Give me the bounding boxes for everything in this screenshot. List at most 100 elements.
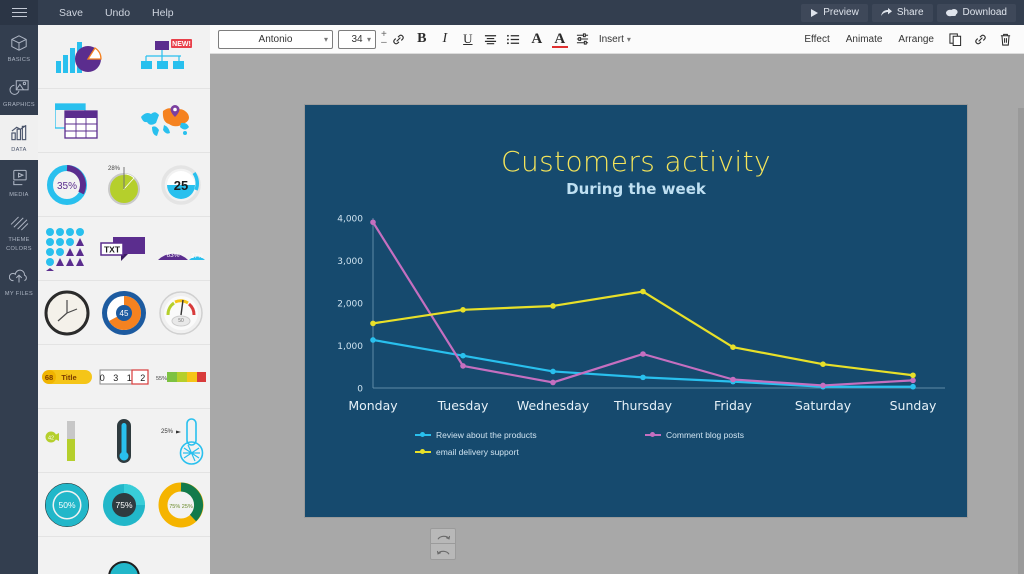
world-map-pin-thumb[interactable] bbox=[139, 95, 195, 147]
thermometer-25-thumb[interactable]: 25% bbox=[153, 415, 209, 467]
delete-trash-icon[interactable] bbox=[994, 27, 1016, 51]
effect-button[interactable]: Effect bbox=[797, 34, 836, 45]
sidebar-item-data[interactable]: DATA bbox=[0, 115, 38, 161]
minus-icon[interactable]: – bbox=[381, 38, 387, 48]
gauge-25-thumb[interactable]: 25 bbox=[153, 159, 209, 211]
link-icon[interactable] bbox=[388, 27, 410, 51]
toolbar-right-group: Effect Animate Arrange bbox=[797, 27, 1016, 51]
bullet-list-icon[interactable] bbox=[503, 27, 525, 51]
font-size-select[interactable]: 34 ▾ bbox=[338, 29, 376, 49]
svg-text:27%: 27% bbox=[191, 254, 204, 260]
sidebar-item-basics[interactable]: BASICS bbox=[0, 25, 38, 70]
data-point bbox=[820, 361, 826, 367]
counter-digits-thumb[interactable]: 0 3 1 2 bbox=[96, 351, 152, 403]
video-player-icon bbox=[0, 167, 38, 189]
graphics-row: 42 25% bbox=[38, 409, 210, 473]
svg-text:25: 25 bbox=[174, 178, 188, 193]
donut-50-thumb[interactable]: 50% bbox=[39, 479, 95, 531]
vertical-scrollbar[interactable] bbox=[1018, 108, 1024, 574]
org-chart-thumb[interactable]: NEW! bbox=[139, 31, 195, 83]
chevron-down-icon: ▾ bbox=[366, 34, 371, 44]
graphics-row: TXT 63% 27% bbox=[38, 217, 210, 281]
pie-28-thumb[interactable]: 28% bbox=[96, 159, 152, 211]
svg-text:28%: 28% bbox=[108, 166, 121, 172]
y-axis-tick: 3,000 bbox=[337, 257, 363, 267]
download-button[interactable]: Download bbox=[936, 3, 1016, 22]
graphics-row bbox=[38, 89, 210, 153]
sidebar-item-media[interactable]: MEDIA bbox=[0, 160, 38, 205]
legend-swatch bbox=[645, 432, 661, 437]
bar-chart-icon bbox=[0, 122, 38, 144]
legend-label: Review about the products bbox=[436, 430, 537, 440]
progress-bar-55-thumb[interactable]: 55% bbox=[153, 351, 209, 403]
graphics-panel[interactable]: NEW! 35% 28% 25 TXT 63% 27% 45 50 68 Tit… bbox=[38, 25, 210, 574]
undo-arrow-icon[interactable] bbox=[431, 544, 455, 559]
svg-text:TXT: TXT bbox=[104, 244, 121, 254]
hamburger-menu-icon[interactable] bbox=[0, 0, 38, 25]
legend-swatch bbox=[415, 449, 431, 454]
clock-thumb[interactable] bbox=[39, 287, 95, 339]
donut-45-thumb[interactable]: 45 bbox=[96, 287, 152, 339]
sidebar-item-graphics[interactable]: GRAPHICS bbox=[0, 70, 38, 115]
menu-item-save[interactable]: Save bbox=[48, 7, 94, 19]
share-button[interactable]: Share bbox=[871, 3, 933, 22]
thermometer-42-thumb[interactable]: 42 bbox=[39, 415, 95, 467]
title-pill-thumb[interactable]: 68 Title bbox=[39, 351, 95, 403]
preview-button[interactable]: Preview bbox=[801, 3, 868, 22]
underline-icon[interactable]: U bbox=[457, 27, 479, 51]
align-icon[interactable] bbox=[480, 27, 502, 51]
text-style-icon[interactable]: A bbox=[526, 27, 548, 51]
image-editor-app: Save Undo Help Preview Share Download BA… bbox=[0, 0, 1024, 574]
donut-75-25-thumb[interactable]: 75% 25% bbox=[153, 479, 209, 531]
top-actions: Preview Share Download bbox=[801, 3, 1024, 22]
data-point bbox=[370, 320, 376, 327]
animate-button[interactable]: Animate bbox=[839, 34, 890, 45]
donut-75-thumb[interactable]: 75% bbox=[96, 479, 152, 531]
partial-thumb[interactable] bbox=[96, 543, 152, 574]
legend-row: email delivery support bbox=[415, 447, 895, 457]
svg-text:42: 42 bbox=[48, 435, 54, 441]
dot-matrix-thumb[interactable] bbox=[39, 223, 95, 275]
legend-item-comment[interactable]: Comment blog posts bbox=[645, 430, 875, 440]
duplicate-icon[interactable] bbox=[944, 27, 966, 51]
top-bar: Save Undo Help Preview Share Download bbox=[0, 0, 1024, 25]
font-family-select[interactable]: Antonio ▾ bbox=[218, 29, 333, 49]
link-icon[interactable] bbox=[969, 27, 991, 51]
x-axis-tick: Thursday bbox=[613, 398, 673, 413]
table-thumb[interactable] bbox=[53, 95, 109, 147]
line-chart[interactable]: 0 1,000 2,000 3,000 4,000 Monday Tuesday Wednes… bbox=[305, 210, 967, 440]
x-axis-tick: Tuesday bbox=[437, 398, 489, 413]
sidebar-item-theme-colors[interactable]: THEME COLORS bbox=[0, 205, 38, 258]
menu-item-undo[interactable]: Undo bbox=[94, 7, 141, 19]
font-size-stepper[interactable]: + – bbox=[381, 30, 387, 48]
data-point bbox=[730, 344, 736, 350]
menu-item-help[interactable]: Help bbox=[141, 7, 185, 19]
cloud-download-icon bbox=[945, 8, 958, 17]
legend-item-email[interactable]: email delivery support bbox=[415, 447, 645, 457]
italic-icon[interactable]: I bbox=[434, 27, 456, 51]
graphics-row: NEW! bbox=[38, 25, 210, 89]
insert-dropdown[interactable]: Insert ▾ bbox=[599, 34, 631, 45]
data-point bbox=[820, 382, 826, 389]
txt-banner-thumb[interactable]: TXT bbox=[96, 223, 152, 275]
data-point bbox=[550, 368, 556, 375]
bold-icon[interactable]: B bbox=[411, 27, 433, 51]
slide[interactable]: Customers activity During the week 0 1,00… bbox=[305, 105, 967, 517]
legend-item-review[interactable]: Review about the products bbox=[415, 430, 645, 440]
semicircle-split-thumb[interactable]: 63% 27% bbox=[153, 223, 209, 275]
speedometer-thumb[interactable]: 50 bbox=[153, 287, 209, 339]
text-color-icon[interactable]: A bbox=[549, 27, 571, 51]
chevron-down-icon: ▾ bbox=[626, 34, 631, 44]
redo-arrow-icon[interactable] bbox=[431, 529, 455, 544]
y-axis-tick: 2,000 bbox=[337, 300, 363, 310]
sidebar-item-my-files[interactable]: MY FILES bbox=[0, 259, 38, 304]
arrange-button[interactable]: Arrange bbox=[891, 34, 941, 45]
thermometer-dark-thumb[interactable] bbox=[96, 415, 152, 467]
bar-pie-combo-thumb[interactable] bbox=[53, 31, 109, 83]
svg-text:NEW!: NEW! bbox=[172, 41, 191, 48]
donut-35-thumb[interactable]: 35% bbox=[39, 159, 95, 211]
data-point bbox=[460, 363, 466, 369]
canvas-area[interactable]: Customers activity During the week 0 1,00… bbox=[210, 54, 1024, 574]
x-axis-tick: Friday bbox=[714, 398, 752, 413]
settings-sliders-icon[interactable] bbox=[572, 27, 594, 51]
